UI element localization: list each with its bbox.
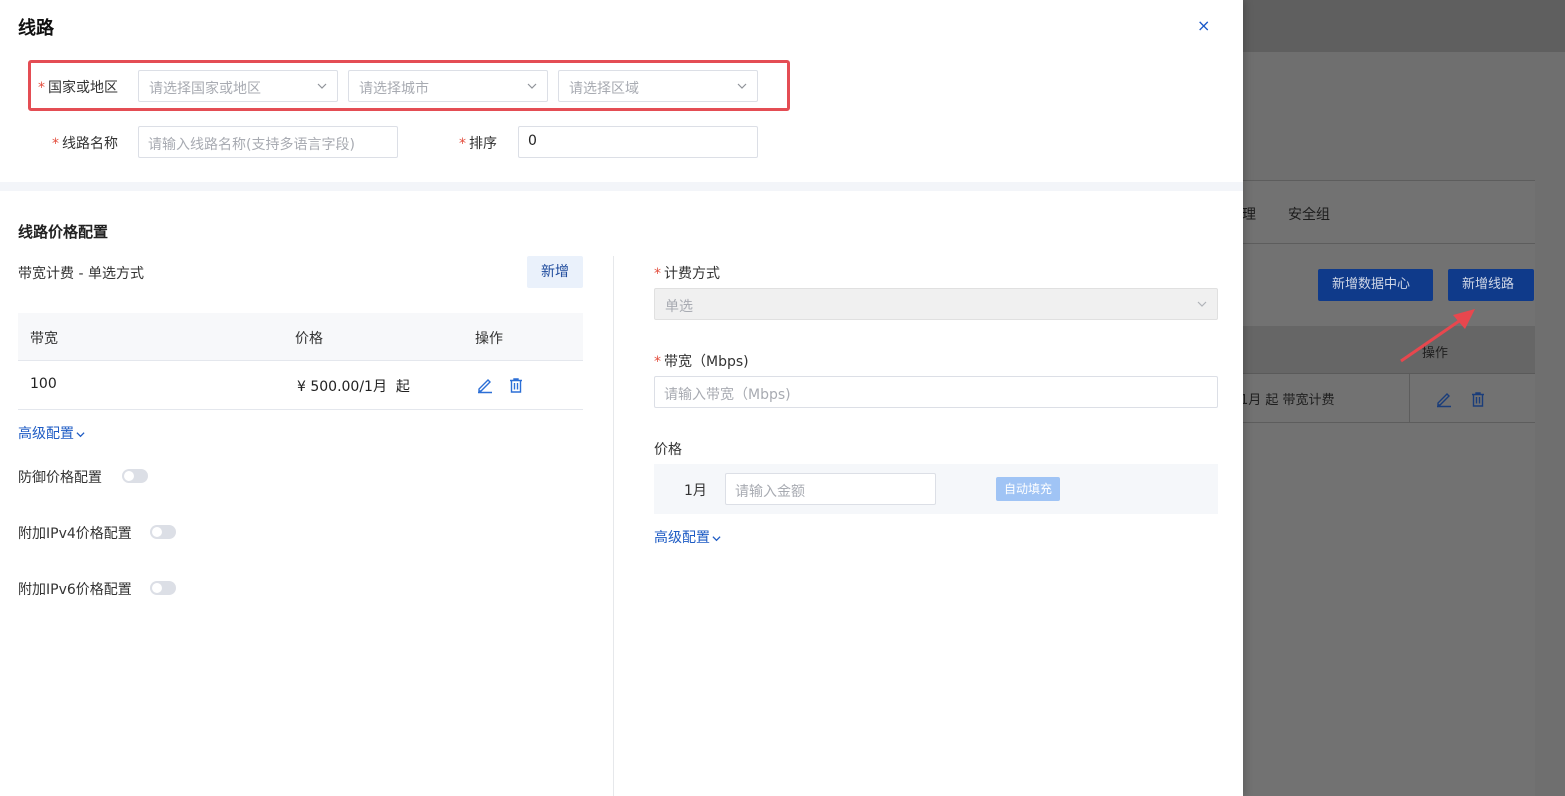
amount-input[interactable]: 请输入金额	[725, 473, 936, 505]
price-month-label: 1月	[684, 483, 707, 499]
chevron-down-icon	[527, 83, 537, 89]
city-select[interactable]: 请选择城市	[348, 70, 548, 102]
background-tab-partial: 理	[1242, 207, 1256, 223]
section-divider	[0, 182, 1243, 191]
background-divider	[1230, 180, 1535, 181]
billing-method-label: * 计费方式	[654, 263, 720, 283]
table-header-action: 操作	[475, 331, 503, 347]
chevron-down-icon	[317, 83, 327, 89]
ipv6-price-label: 附加IPv6价格配置	[18, 582, 132, 598]
row-price: ¥ 500.00/1月 起	[297, 379, 410, 395]
line-name-label: * 线路名称	[52, 133, 118, 153]
background-tab-security-group: 安全组	[1288, 207, 1330, 223]
line-name-label-text: 线路名称	[62, 136, 118, 152]
add-datacenter-button: 新增数据中心	[1318, 269, 1433, 301]
drawer-title: 线路	[18, 18, 54, 39]
required-mark: *	[38, 80, 45, 96]
price-label: 价格	[654, 442, 682, 458]
background-row-actions	[1435, 390, 1487, 412]
defense-price-label: 防御价格配置	[18, 470, 102, 486]
edit-icon	[1437, 393, 1451, 408]
row-bandwidth: 100	[30, 376, 57, 392]
billing-method-select: 单选	[654, 288, 1218, 320]
add-price-button[interactable]: 新增	[527, 256, 583, 288]
sort-label: * 排序	[459, 133, 497, 153]
table-header-bandwidth: 带宽	[30, 331, 58, 347]
required-mark: *	[52, 136, 59, 152]
chevron-down-icon	[737, 83, 747, 89]
line-name-input[interactable]: 请输入线路名称(支持多语言字段)	[138, 126, 398, 158]
background-table-separator	[1409, 374, 1410, 422]
add-line-button: 新增线路	[1448, 269, 1534, 301]
area-select[interactable]: 请选择区域	[558, 70, 758, 102]
background-tab-divider	[1230, 243, 1535, 244]
price-table-head: 带宽 价格 操作	[18, 313, 583, 361]
advanced-config-link-left[interactable]: 高级配置	[18, 423, 85, 443]
edit-icon[interactable]	[476, 376, 494, 394]
chevron-down-icon	[712, 535, 721, 541]
autofill-button[interactable]: 自动填充	[996, 477, 1060, 501]
bandwidth-label: * 带宽（Mbps)	[654, 351, 749, 371]
country-select-placeholder: 请选择国家或地区	[149, 81, 261, 97]
defense-price-toggle[interactable]	[122, 469, 148, 483]
ipv4-price-label: 附加IPv4价格配置	[18, 526, 132, 542]
price-config-title: 线路价格配置	[18, 223, 109, 241]
billing-mode-subtitle: 带宽计费 - 单选方式	[18, 266, 144, 282]
ipv6-price-toggle[interactable]	[150, 581, 176, 595]
annotation-arrow-icon	[1400, 309, 1475, 363]
delete-icon	[1472, 392, 1485, 407]
table-header-price: 价格	[295, 331, 323, 347]
sort-value: 0	[528, 133, 537, 149]
required-mark: *	[654, 266, 661, 282]
background-table-head	[1230, 326, 1535, 374]
delete-icon[interactable]	[507, 376, 525, 394]
line-drawer: 线路 × * 国家或地区 请选择国家或地区 请选择城市 请选择区域 * 线路名称 请…	[0, 0, 1243, 796]
amount-placeholder: 请输入金额	[735, 484, 805, 500]
region-label-text: 国家或地区	[48, 80, 118, 96]
chevron-down-icon	[1197, 301, 1207, 307]
city-select-placeholder: 请选择城市	[359, 81, 429, 97]
advanced-config-label: 高级配置	[18, 426, 74, 442]
sort-input[interactable]: 0	[518, 126, 758, 158]
bandwidth-input[interactable]: 请输入带宽（Mbps)	[654, 376, 1218, 408]
bandwidth-label-text: 带宽（Mbps)	[664, 354, 749, 370]
background-table-cell: 1月 起 带宽计费	[1240, 393, 1335, 408]
country-select[interactable]: 请选择国家或地区	[138, 70, 338, 102]
line-name-placeholder: 请输入线路名称(支持多语言字段)	[148, 137, 355, 153]
advanced-config-link-right[interactable]: 高级配置	[654, 527, 721, 547]
required-mark: *	[459, 136, 466, 152]
billing-method-value: 单选	[665, 299, 693, 315]
ipv4-price-toggle[interactable]	[150, 525, 176, 539]
area-select-placeholder: 请选择区域	[569, 81, 639, 97]
sort-label-text: 排序	[469, 136, 497, 152]
panel-divider	[613, 256, 614, 796]
required-mark: *	[654, 354, 661, 370]
advanced-config-label: 高级配置	[654, 530, 710, 546]
background-row-divider	[1230, 422, 1535, 423]
region-label: * 国家或地区	[38, 77, 118, 97]
chevron-down-icon	[76, 431, 85, 437]
close-icon[interactable]: ×	[1197, 16, 1210, 35]
bandwidth-placeholder: 请输入带宽（Mbps)	[664, 387, 791, 403]
billing-method-label-text: 计费方式	[664, 266, 720, 282]
table-row: 100 ¥ 500.00/1月 起	[18, 361, 583, 410]
